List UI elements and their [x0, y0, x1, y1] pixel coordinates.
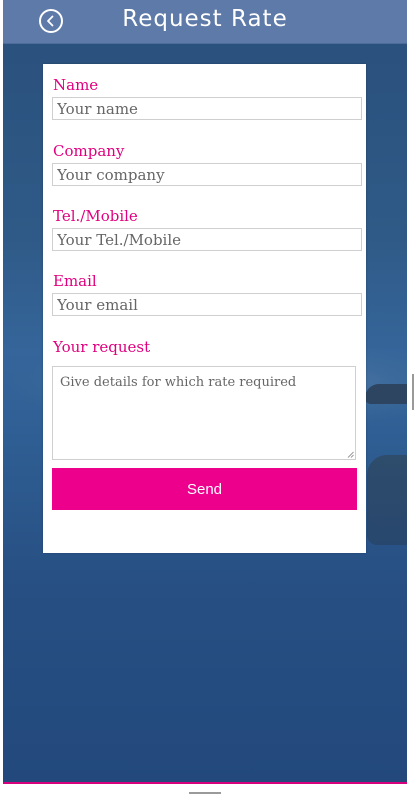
send-button[interactable]: Send: [52, 468, 357, 510]
header-bar: Request Rate: [3, 0, 407, 44]
back-button[interactable]: [39, 9, 63, 33]
request-label: Your request: [53, 338, 151, 356]
page-title: Request Rate: [122, 6, 288, 32]
company-input[interactable]: [52, 163, 362, 186]
company-label: Company: [53, 142, 125, 160]
circle-left-arrow-icon: [44, 14, 58, 28]
name-input[interactable]: [52, 97, 362, 120]
request-form-card: Name Company Tel./Mobile Email Your requ…: [43, 64, 366, 553]
phone-input[interactable]: [52, 228, 362, 251]
bottom-accent-line: [3, 782, 407, 784]
phone-label: Tel./Mobile: [53, 207, 138, 225]
email-label: Email: [53, 272, 97, 290]
background-rock: [365, 384, 407, 404]
background-rock: [367, 455, 407, 545]
home-indicator[interactable]: [189, 792, 221, 794]
app-screen: Request Rate Name Company Tel./Mobile Em…: [3, 0, 407, 783]
name-label: Name: [53, 76, 99, 94]
request-textarea[interactable]: [52, 366, 356, 460]
app-frame: Request Rate Name Company Tel./Mobile Em…: [0, 0, 415, 795]
email-input[interactable]: [52, 293, 362, 316]
side-scroll-handle[interactable]: [412, 374, 414, 410]
